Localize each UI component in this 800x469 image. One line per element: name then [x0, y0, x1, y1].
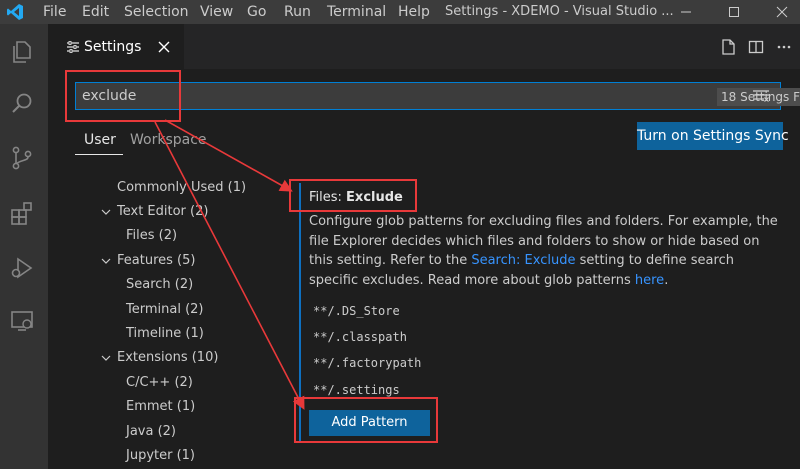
toc-item-files[interactable]: Files (2): [126, 227, 177, 245]
more-actions-icon[interactable]: [775, 38, 793, 56]
turn-on-settings-sync-button[interactable]: Turn on Settings Sync: [637, 122, 789, 150]
annotation-box-search: [65, 70, 181, 122]
extensions-icon[interactable]: [8, 200, 36, 228]
explorer-icon[interactable]: [8, 38, 36, 66]
chevron-down-icon[interactable]: [101, 256, 111, 266]
toc-item-jupyter[interactable]: Jupyter (1): [126, 447, 195, 465]
title-bar: File Edit Selection View Go Run Terminal…: [0, 0, 800, 24]
menu-selection[interactable]: Selection: [124, 3, 189, 21]
tab-workspace[interactable]: Workspace: [130, 131, 207, 149]
clear-filter-icon[interactable]: [752, 88, 770, 104]
glob-patterns-link[interactable]: here: [635, 273, 664, 288]
menu-view[interactable]: View: [200, 3, 233, 21]
tab-settings-label: Settings: [84, 39, 142, 55]
menu-help[interactable]: Help: [398, 3, 430, 21]
tab-user[interactable]: User: [84, 131, 116, 149]
menu-terminal[interactable]: Terminal: [327, 3, 386, 21]
close-icon[interactable]: [772, 2, 792, 22]
toc-item-cpp[interactable]: C/C++ (2): [126, 374, 193, 392]
exclude-pattern-item[interactable]: **/.DS_Store: [313, 302, 400, 320]
editor-tab-bar: Settings: [48, 24, 800, 69]
vscode-logo-icon[interactable]: [6, 3, 24, 21]
activity-bar: [0, 24, 48, 469]
toc-item-terminal[interactable]: Terminal (2): [126, 301, 204, 319]
toc-item-emmet[interactable]: Emmet (1): [126, 398, 195, 416]
toc-item-timeline[interactable]: Timeline (1): [126, 325, 204, 343]
chevron-down-icon[interactable]: [101, 207, 111, 217]
search-exclude-link[interactable]: Search: Exclude: [471, 253, 575, 268]
remote-explorer-icon[interactable]: [8, 307, 36, 335]
setting-description: Configure glob patterns for excluding fi…: [309, 212, 779, 290]
source-control-icon[interactable]: [8, 144, 36, 172]
search-icon[interactable]: [8, 90, 36, 118]
toc-item-commonly-used[interactable]: Commonly Used (1): [117, 179, 246, 197]
split-editor-icon[interactable]: [747, 38, 765, 56]
window-title: Settings - XDEMO - Visual Studio ...: [445, 4, 674, 19]
toc-item-features[interactable]: Features (5): [117, 252, 195, 270]
active-tab-underline: [75, 154, 123, 155]
menu-go[interactable]: Go: [247, 3, 266, 21]
annotation-box-setting-title: [289, 179, 417, 212]
menu-file[interactable]: File: [43, 3, 66, 21]
exclude-pattern-item[interactable]: **/.classpath: [313, 328, 407, 346]
menu-edit[interactable]: Edit: [82, 3, 109, 21]
open-settings-json-icon[interactable]: [719, 38, 737, 56]
menu-run[interactable]: Run: [284, 3, 311, 21]
tab-settings[interactable]: Settings: [48, 24, 184, 69]
run-debug-icon[interactable]: [8, 254, 36, 282]
description-text: .: [664, 272, 669, 288]
maximize-icon[interactable]: [724, 2, 744, 22]
settings-tab-icon: [67, 41, 79, 53]
minimize-icon[interactable]: [676, 2, 696, 22]
toc-item-java[interactable]: Java (2): [126, 423, 176, 441]
tab-close-icon[interactable]: [157, 40, 171, 54]
chevron-down-icon[interactable]: [101, 353, 111, 363]
toc-item-search[interactable]: Search (2): [126, 276, 193, 294]
toc-item-text-editor[interactable]: Text Editor (2): [117, 203, 208, 221]
exclude-pattern-item[interactable]: **/.factorypath: [313, 354, 421, 372]
toc-item-extensions[interactable]: Extensions (10): [117, 349, 218, 367]
annotation-box-add-pattern: [294, 397, 438, 443]
